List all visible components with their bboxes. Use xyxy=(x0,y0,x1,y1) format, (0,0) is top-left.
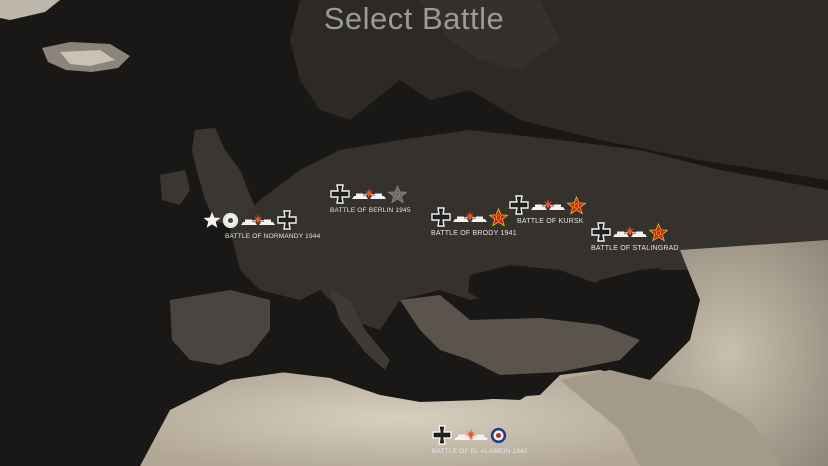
tank-vs-tank-icon xyxy=(530,197,566,213)
battle-label: BATTLE OF BERLIN 1945 xyxy=(330,207,411,214)
tank-vs-tank-icon xyxy=(452,209,488,225)
battle-label: BATTLE OF STALINGRAD xyxy=(591,245,679,252)
roundel-icon xyxy=(490,427,507,444)
iron-cross-icon xyxy=(432,425,452,445)
battle-select-screen: Select Battle BATTLE OF NORMANDY 1944 BAT… xyxy=(0,0,828,466)
battle-marker-normandy[interactable]: BATTLE OF NORMANDY 1944 xyxy=(203,209,320,240)
battle-label: BATTLE OF KURSK xyxy=(517,218,584,225)
battle-icons xyxy=(431,206,517,228)
iron-cross-icon xyxy=(591,222,611,242)
battle-label: BATTLE OF EL ALAMEIN 1942 xyxy=(432,448,528,455)
tank-vs-tank-icon xyxy=(453,427,489,443)
battle-label: BATTLE OF NORMANDY 1944 xyxy=(225,233,321,240)
battle-marker-kursk[interactable]: BATTLE OF KURSK xyxy=(509,194,587,225)
battle-marker-alamein[interactable]: BATTLE OF EL ALAMEIN 1942 xyxy=(432,424,528,455)
white-star-icon xyxy=(203,211,221,229)
tank-vs-tank-icon xyxy=(612,224,648,240)
battle-label: BATTLE OF BRODY 1941 xyxy=(431,230,517,237)
red-star-icon xyxy=(388,184,407,204)
battle-icons xyxy=(330,183,411,205)
europe-map xyxy=(0,0,828,466)
battle-marker-stalingrad[interactable]: BATTLE OF STALINGRAD xyxy=(591,221,679,252)
iron-cross-icon xyxy=(431,207,451,227)
battle-marker-berlin[interactable]: BATTLE OF BERLIN 1945 xyxy=(330,183,411,214)
iron-cross-icon xyxy=(330,184,350,204)
red-star-icon xyxy=(649,222,668,242)
red-star-icon xyxy=(489,207,508,227)
page-title: Select Battle xyxy=(323,1,505,36)
iron-cross-icon xyxy=(509,195,529,215)
battle-icons xyxy=(203,209,320,231)
battle-icons xyxy=(591,221,679,243)
battle-icons xyxy=(509,194,587,216)
tank-vs-tank-icon xyxy=(351,186,387,202)
red-star-icon xyxy=(567,195,586,215)
battle-icons xyxy=(432,424,528,446)
roundel-icon xyxy=(222,212,239,229)
iron-cross-icon xyxy=(277,210,297,230)
battle-marker-brody[interactable]: BATTLE OF BRODY 1941 xyxy=(431,206,517,237)
tank-vs-tank-icon xyxy=(240,212,276,228)
